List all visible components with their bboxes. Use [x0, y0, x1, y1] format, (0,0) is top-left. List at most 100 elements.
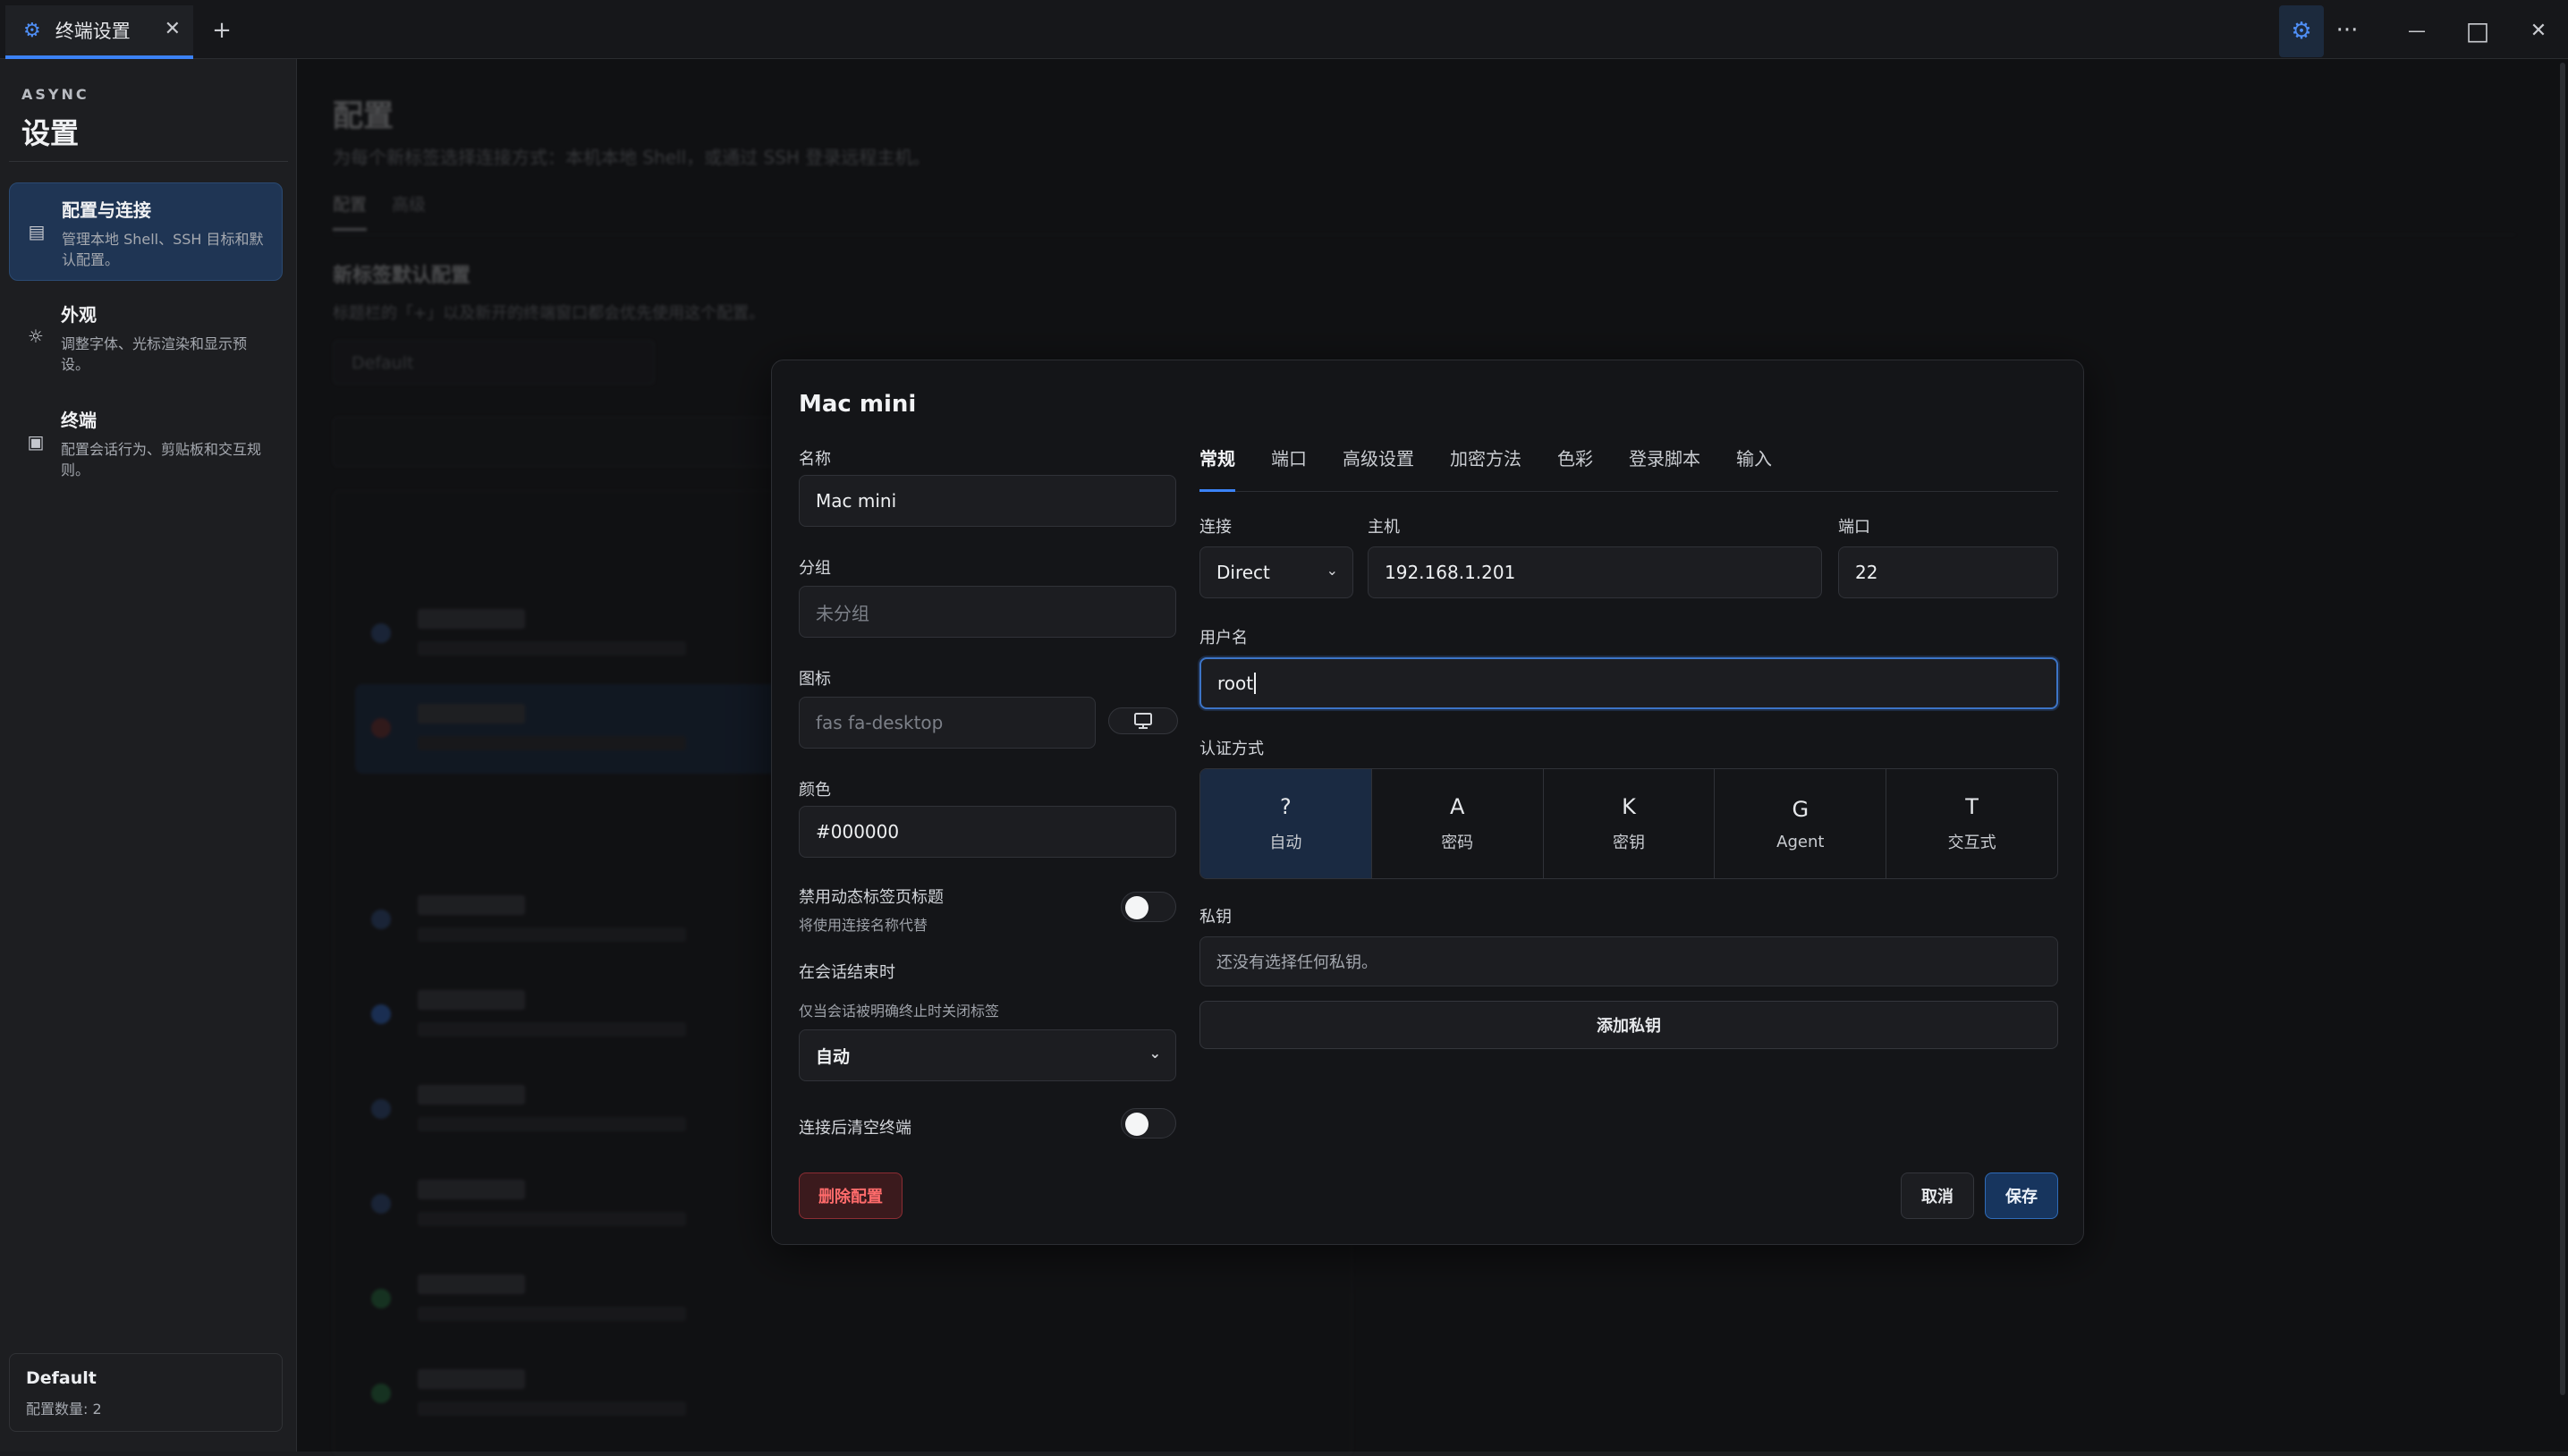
edit-profile-dialog: Mac mini 名称 Mac mini 分组 未分组 图标 fas fa-de… [771, 360, 2084, 1245]
sidebar-item-terminal[interactable]: ▣ 终端 配置会话行为、剪贴板和交互规则。 [9, 394, 283, 492]
auth-auto-option[interactable]: ? 自动 [1200, 769, 1372, 878]
host-input[interactable]: 192.168.1.201 [1368, 546, 1822, 598]
sidebar-item-desc: 配置会话行为、剪贴板和交互规则。 [61, 441, 262, 478]
username-value: root [1217, 673, 1254, 694]
sidebar-item-profiles[interactable]: ▤ 配置与连接 管理本地 Shell、SSH 目标和默认配置。 [9, 182, 283, 281]
dialog-title: Mac mini [799, 391, 917, 418]
on-end-select[interactable]: 自动 ⌄ [799, 1029, 1176, 1081]
host-label: 主机 [1368, 518, 1400, 537]
group-label: 分组 [799, 559, 831, 578]
name-label: 名称 [799, 450, 831, 469]
desktop-icon [1134, 713, 1152, 729]
terminal-icon: ▣ [27, 431, 45, 453]
dynamic-title-label: 禁用动态标签页标题 [799, 888, 944, 907]
on-end-label: 在会话结束时 [799, 963, 895, 982]
sidebar-title: 设置 [21, 116, 80, 150]
gear-icon: ⚙ [23, 19, 41, 42]
dynamic-title-hint: 将使用连接名称代替 [799, 917, 928, 934]
auth-glyph: A [1449, 794, 1465, 819]
sidebar-divider [9, 161, 288, 162]
default-profile-name: Default [26, 1368, 97, 1388]
auth-agent-option[interactable]: G Agent [1715, 769, 1887, 878]
auth-glyph: K [1622, 794, 1636, 819]
auth-label: 认证方式 [1199, 740, 1264, 758]
connection-value: Direct [1216, 562, 1270, 583]
scrollbar[interactable] [2560, 63, 2565, 1395]
auth-glyph: ? [1280, 794, 1292, 819]
sidebar-item-title: 外观 [61, 304, 97, 326]
auth-label-text: 自动 [1269, 834, 1302, 852]
sidebar-item-title: 配置与连接 [62, 199, 151, 221]
toggle-knob [1125, 896, 1148, 919]
sidebar: ASYNC 设置 ▤ 配置与连接 管理本地 Shell、SSH 目标和默认配置。… [0, 59, 297, 1452]
auth-interactive-option[interactable]: T 交互式 [1886, 769, 2057, 878]
profile-count: 配置数量: 2 [26, 1401, 102, 1418]
group-input[interactable]: 未分组 [799, 586, 1176, 638]
maximize-button[interactable]: □ [2460, 13, 2496, 48]
cancel-button[interactable]: 取消 [1901, 1172, 1974, 1219]
sidebar-item-desc: 管理本地 Shell、SSH 目标和默认配置。 [62, 231, 264, 268]
delete-profile-button[interactable]: 删除配置 [799, 1172, 903, 1219]
clear-terminal-label: 连接后清空终端 [799, 1119, 911, 1138]
active-tab-indicator [1199, 489, 1235, 492]
add-private-key-button[interactable]: 添加私钥 [1199, 1001, 2058, 1049]
close-tab-icon[interactable]: ✕ [165, 18, 181, 40]
default-profile-card[interactable]: Default 配置数量: 2 [9, 1353, 283, 1432]
connection-select[interactable]: Direct ⌄ [1199, 546, 1353, 598]
chevron-down-icon: ⌄ [1326, 562, 1338, 579]
connection-label: 连接 [1199, 518, 1232, 537]
tab-advanced-settings[interactable]: 高级设置 [1343, 444, 1414, 487]
text-cursor [1254, 673, 1257, 694]
icon-label: 图标 [799, 670, 831, 689]
color-input[interactable]: #000000 [799, 806, 1176, 858]
private-key-empty: 还没有选择任何私钥。 [1199, 936, 2058, 986]
auth-label-text: 密钥 [1612, 834, 1645, 852]
tabs-divider [1199, 491, 2058, 492]
private-key-label: 私钥 [1199, 908, 1232, 927]
minimize-button[interactable]: — [2399, 13, 2435, 48]
auth-label-text: Agent [1776, 832, 1825, 851]
toggle-knob [1125, 1113, 1148, 1136]
tab-ciphers[interactable]: 加密方法 [1450, 444, 1521, 487]
auth-password-option[interactable]: A 密码 [1372, 769, 1544, 878]
settings-gear-button[interactable]: ⚙ [2279, 5, 2324, 57]
sidebar-item-desc: 调整字体、光标渲染和显示预设。 [61, 335, 248, 373]
tab-title: 终端设置 [55, 21, 131, 42]
icon-input[interactable]: fas fa-desktop [799, 697, 1096, 749]
chevron-down-icon: ⌄ [1148, 1045, 1161, 1062]
color-label: 颜色 [799, 781, 831, 800]
sidebar-item-appearance[interactable]: ☼ 外观 调整字体、光标渲染和显示预设。 [9, 288, 283, 386]
tab-input[interactable]: 输入 [1736, 444, 1772, 487]
profile-card-icon: ▤ [28, 221, 46, 242]
dynamic-title-toggle[interactable] [1121, 892, 1176, 922]
auth-key-option[interactable]: K 密钥 [1544, 769, 1716, 878]
tab-terminal-settings[interactable]: ⚙ 终端设置 ✕ [5, 5, 193, 59]
on-end-value: 自动 [816, 1046, 851, 1067]
auth-glyph: T [1965, 794, 1979, 819]
port-label: 端口 [1838, 518, 1870, 537]
tab-colors[interactable]: 色彩 [1557, 444, 1593, 487]
brand-label: ASYNC [21, 86, 89, 103]
on-end-hint: 仅当会话被明确终止时关闭标签 [799, 1003, 1000, 1020]
save-button[interactable]: 保存 [1985, 1172, 2058, 1219]
new-tab-button[interactable]: + [204, 13, 240, 48]
clear-terminal-toggle[interactable] [1121, 1108, 1176, 1139]
dialog-tabs: 常规 端口 高级设置 加密方法 色彩 登录脚本 输入 [1199, 444, 1808, 487]
auth-glyph: G [1792, 796, 1809, 822]
sidebar-item-title: 终端 [61, 410, 97, 431]
username-input[interactable]: root [1199, 657, 2058, 709]
auth-method-group: ? 自动 A 密码 K 密钥 G Agent T 交互式 [1199, 768, 2058, 879]
tab-ports[interactable]: 端口 [1271, 444, 1307, 487]
name-input[interactable]: Mac mini [799, 475, 1176, 527]
auth-label-text: 密码 [1441, 834, 1474, 852]
more-icon[interactable]: ··· [2329, 13, 2365, 48]
sun-icon: ☼ [28, 326, 44, 347]
icon-picker-button[interactable] [1108, 707, 1178, 734]
auth-label-text: 交互式 [1947, 834, 1996, 852]
tab-general[interactable]: 常规 [1199, 444, 1235, 487]
close-window-button[interactable]: ✕ [2521, 13, 2556, 48]
username-label: 用户名 [1199, 629, 1248, 648]
tab-login-script[interactable]: 登录脚本 [1629, 444, 1700, 487]
port-input[interactable]: 22 [1838, 546, 2058, 598]
title-bar: ⚙ 终端设置 ✕ + ⚙ ··· — □ ✕ [0, 0, 2568, 59]
